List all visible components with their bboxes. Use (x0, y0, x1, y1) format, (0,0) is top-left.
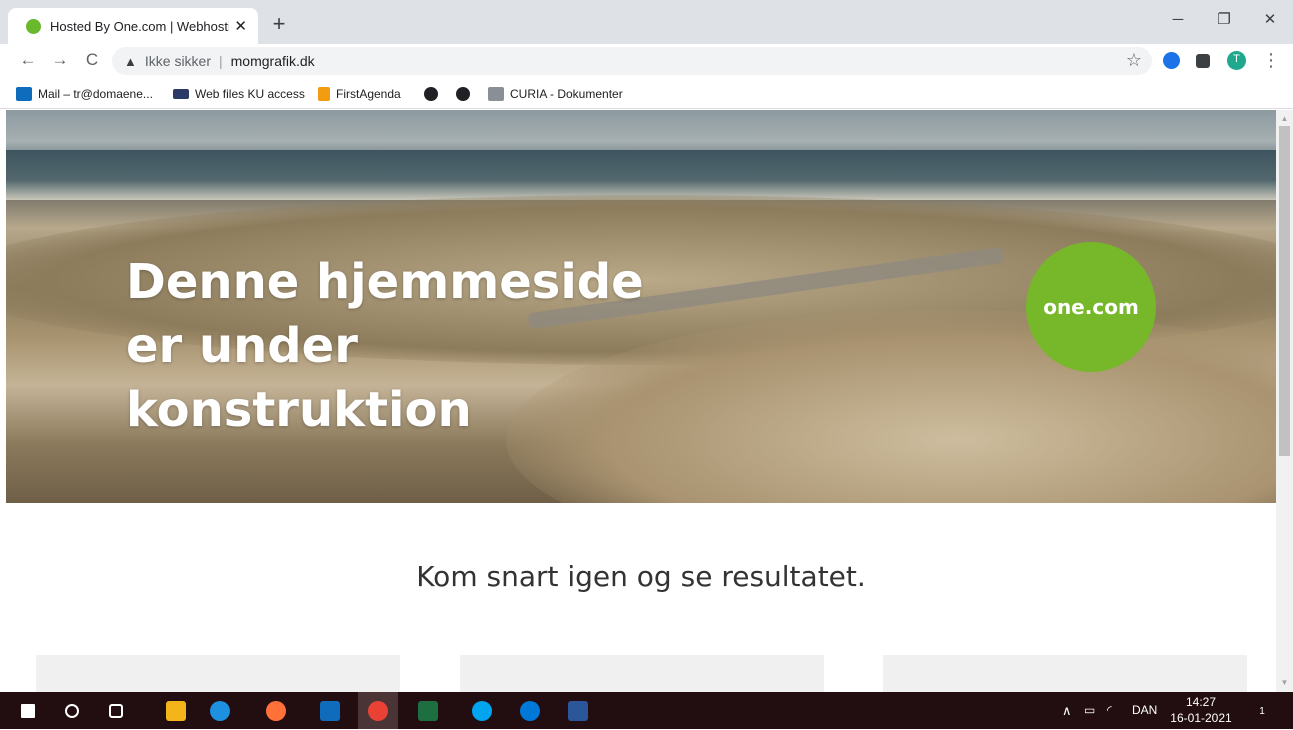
skype-icon[interactable] (510, 692, 550, 729)
chrome-icon[interactable] (358, 692, 398, 729)
puzzle-extensions-icon[interactable] (1196, 54, 1210, 68)
task-view-icon[interactable] (96, 692, 136, 729)
restore-button[interactable]: ❐ (1201, 0, 1247, 40)
notification-count: 1 (1259, 706, 1265, 717)
close-tab-icon[interactable]: ✕ (233, 17, 248, 35)
windows-taskbar: ∧ ▭ ◜ DAN 14:27 16-01-2021 1 (0, 692, 1293, 729)
windows-start-icon[interactable] (8, 692, 48, 729)
scrollbar-thumb[interactable] (1279, 126, 1290, 456)
hero-image: Denne hjemmeside er under konstruktion o… (6, 110, 1276, 503)
hero-title: Denne hjemmeside er under konstruktion (126, 254, 644, 438)
minimize-button[interactable]: ─ (1155, 0, 1201, 40)
address-bar[interactable]: ▲ Ikke sikker | momgrafik.dk (112, 47, 1152, 75)
forward-button[interactable]: → (48, 48, 72, 72)
search-icon[interactable] (52, 692, 92, 729)
globe-icon (424, 87, 438, 101)
browser-toolbar: ← → C ▲ Ikke sikker | momgrafik.dk ☆ T ⋮ (0, 44, 1293, 77)
bookmark-curia[interactable]: CURIA - Dokumenter (488, 85, 623, 103)
outlook-icon (16, 87, 32, 101)
bookmark-mail[interactable]: Mail – tr@domaene... (16, 85, 153, 103)
url-text[interactable]: momgrafik.dk (231, 53, 315, 69)
globe-icon (456, 87, 470, 101)
bookmark-globe-1[interactable] (424, 85, 444, 103)
bookmark-label: Web files KU access (195, 87, 305, 101)
outlook-icon[interactable] (310, 692, 350, 729)
bookmark-firstagenda[interactable]: FirstAgenda (318, 85, 401, 103)
chrome-menu-icon[interactable]: ⋮ (1262, 48, 1280, 72)
tab-strip: Hosted By One.com | Webhosting ✕ + ─ ❐ ✕ (0, 0, 1293, 44)
security-status: Ikke sikker (144, 53, 211, 69)
content-card (36, 655, 400, 692)
profile-avatar[interactable]: T (1227, 51, 1246, 70)
word-icon[interactable] (558, 692, 598, 729)
bookmark-web-files[interactable]: Web files KU access (173, 85, 305, 103)
page-scrollbar[interactable]: ▲ ▼ (1276, 110, 1293, 692)
tab-title: Hosted By One.com | Webhosting (50, 18, 230, 34)
back-button[interactable]: ← (16, 48, 40, 72)
separator: | (219, 53, 223, 69)
clock-date: 16-01-2021 (1170, 711, 1232, 725)
page-viewport: Denne hjemmeside er under konstruktion o… (6, 110, 1276, 692)
tagline: Kom snart igen og se resultatet. (416, 560, 866, 593)
extension-icon[interactable] (1163, 52, 1180, 69)
tray-expand-icon[interactable]: ∧ (1062, 692, 1072, 729)
warning-icon[interactable]: ▲ (124, 54, 137, 69)
onecom-favicon-icon (26, 18, 41, 34)
bookmark-globe-2[interactable] (456, 85, 476, 103)
excel-icon[interactable] (408, 692, 448, 729)
bookmark-star-icon[interactable]: ☆ (1124, 48, 1144, 72)
file-explorer-icon[interactable] (156, 692, 196, 729)
clock[interactable]: 14:27 16-01-2021 (1166, 694, 1236, 726)
scroll-down-icon[interactable]: ▼ (1276, 678, 1293, 687)
battery-icon[interactable]: ▭ (1084, 692, 1095, 729)
firefox-icon[interactable] (256, 692, 296, 729)
sea-area (6, 150, 1276, 200)
notifications-icon[interactable]: 1 (1250, 692, 1274, 729)
internet-explorer-icon[interactable] (200, 692, 240, 729)
content-card (883, 655, 1247, 692)
close-window-button[interactable]: ✕ (1247, 0, 1293, 40)
browser-tab[interactable]: Hosted By One.com | Webhosting ✕ (8, 8, 258, 44)
content-card (460, 655, 824, 692)
bookmark-label: Mail – tr@domaene... (38, 87, 153, 101)
curia-icon (488, 87, 504, 101)
skype-business-icon[interactable] (462, 692, 502, 729)
bookmark-label: CURIA - Dokumenter (510, 87, 623, 101)
reload-button[interactable]: C (80, 48, 104, 72)
language-indicator[interactable]: DAN (1132, 692, 1157, 729)
onecom-logo: one.com (1026, 242, 1156, 372)
ku-icon (173, 89, 189, 99)
bookmark-label: FirstAgenda (336, 87, 401, 101)
firstagenda-icon (318, 87, 330, 101)
wifi-icon[interactable]: ◜ (1107, 692, 1112, 729)
clock-time: 14:27 (1185, 695, 1217, 709)
scroll-up-icon[interactable]: ▲ (1276, 114, 1293, 123)
new-tab-button[interactable]: + (266, 12, 292, 38)
bookmarks-bar: Mail – tr@domaene... Web files KU access… (0, 77, 1293, 109)
